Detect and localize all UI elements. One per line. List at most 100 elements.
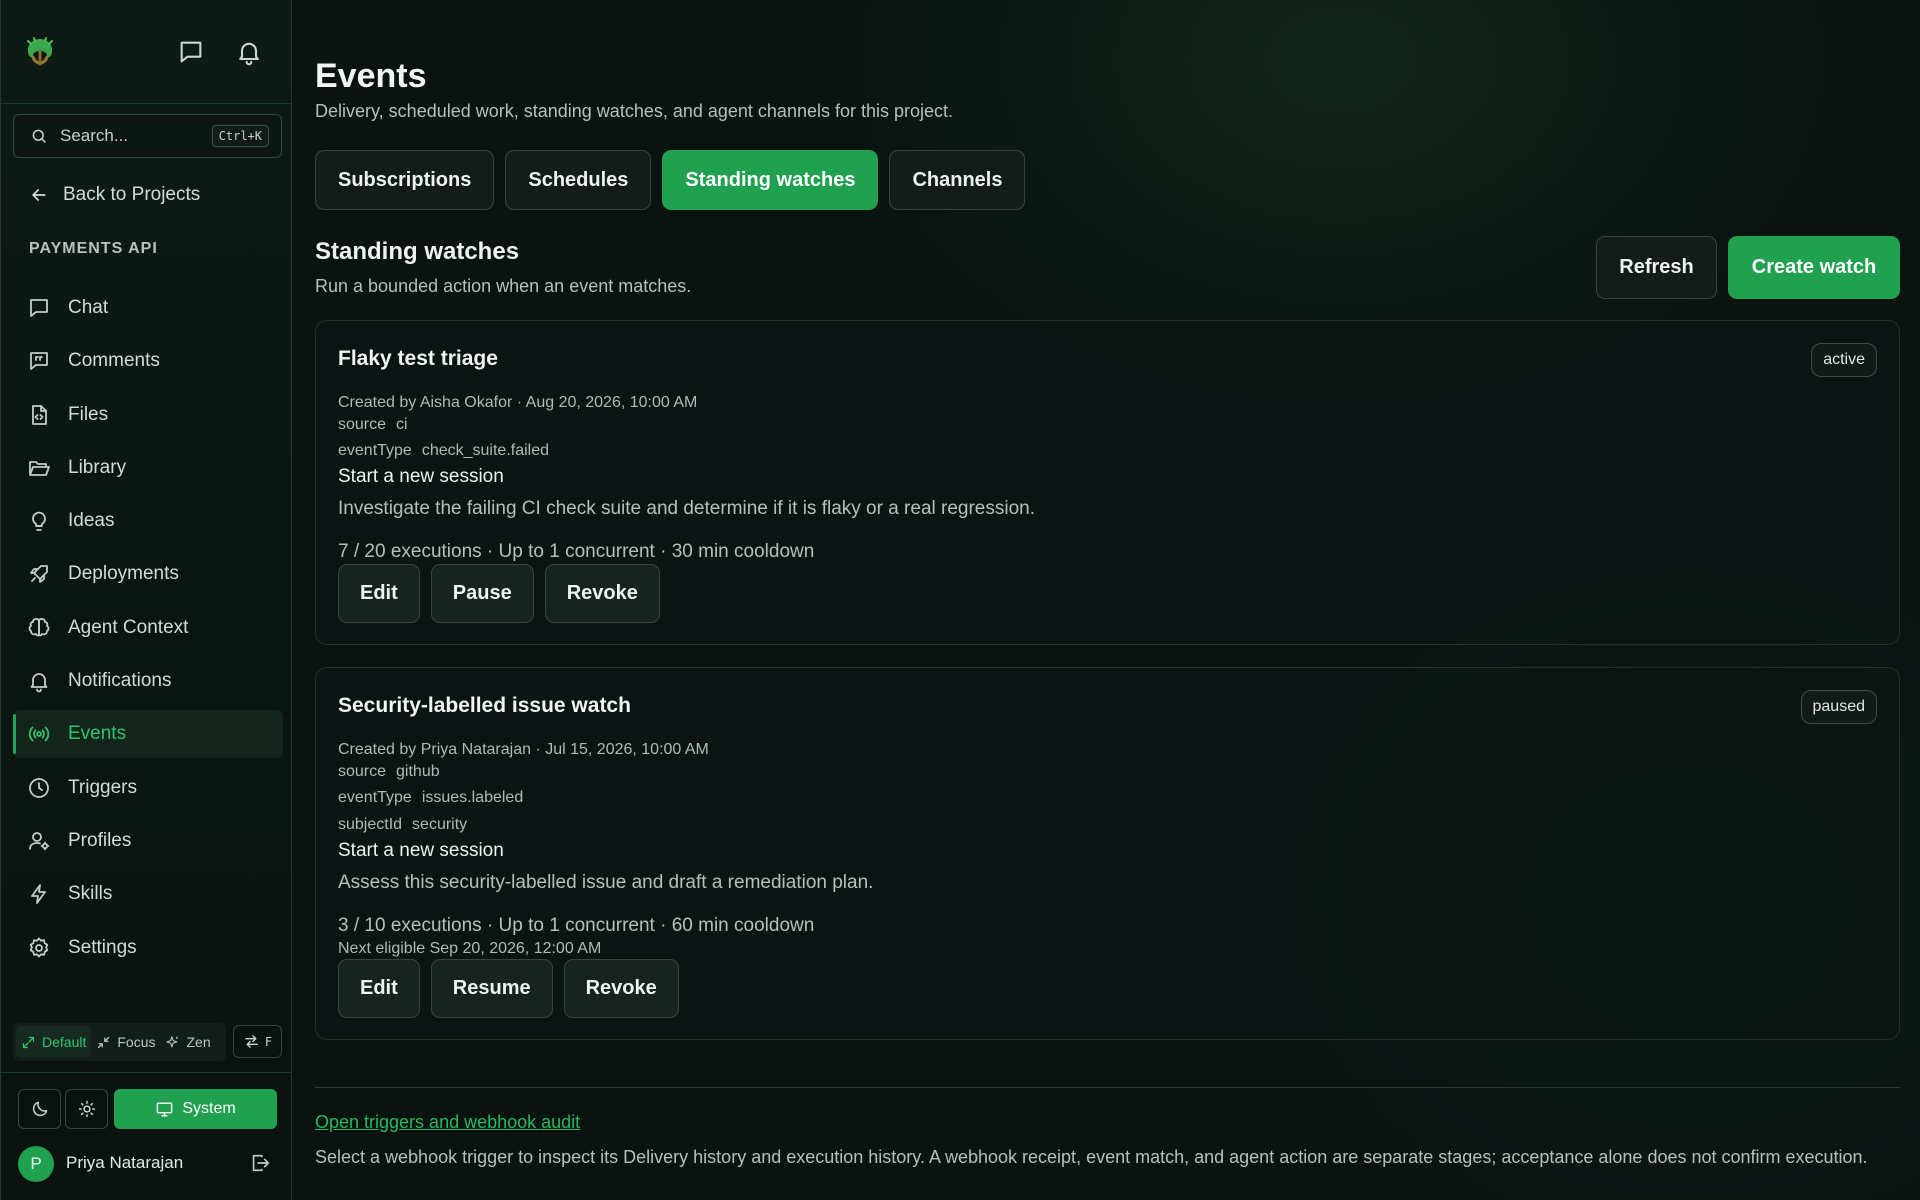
watch-filter: eventType check_suite.failed [338,442,549,460]
sidebar-item-triggers[interactable]: Triggers [13,764,283,812]
dark-theme-button[interactable] [18,1089,61,1129]
resume-button[interactable]: Resume [430,959,553,1018]
pause-button[interactable]: Pause [430,564,534,623]
monitor-icon [156,1101,173,1117]
sidebar-item-label: Skills [68,883,113,905]
system-theme-label: System [182,1100,236,1117]
sidebar-item-notifications[interactable]: Notifications [13,657,283,705]
filter-key: subjectId [338,816,403,833]
watch-created: Created by Aisha Okafor · Aug 20, 2026, … [338,394,698,411]
edit-button[interactable]: Edit [338,564,420,623]
collapse-icon [98,1036,110,1048]
watch-stats: 3 / 10 executions · Up to 1 concurrent ·… [338,915,815,936]
status-badge: paused [1800,690,1877,724]
page-title: Events [315,57,427,95]
sidebar-header [1,0,291,104]
bell-icon [30,673,48,693]
watch-actions: Edit Resume Revoke [338,959,690,1018]
filter-key: source [338,763,387,780]
revoke-button[interactable]: Revoke [563,959,679,1018]
tab-subscriptions[interactable]: Subscriptions [315,150,495,210]
watch-next-eligible: Next eligible Sep 20, 2026, 12:00 AM [338,940,602,957]
watch-title: Flaky test triage [338,347,498,370]
gear-icon [29,937,49,957]
revoke-button[interactable]: Revoke [544,564,660,623]
sidebar-item-comments[interactable]: Comments [13,337,283,385]
search-shortcut: Ctrl+K [211,125,269,147]
arrow-left-icon [32,189,46,201]
section-title: Standing watches [315,238,520,265]
filter-value: ci [396,416,408,433]
swap-panel-button[interactable]: F [233,1025,282,1058]
filter-value: check_suite.failed [421,442,550,459]
mode-default-button[interactable]: Default [16,1026,92,1058]
bell-icon[interactable] [235,38,263,66]
sidebar-item-label: Triggers [68,776,137,798]
sidebar-item-agent-context[interactable]: Agent Context [13,604,283,652]
tab-schedules[interactable]: Schedules [505,150,652,210]
sidebar-item-skills[interactable]: Skills [13,870,283,918]
sidebar-item-ideas[interactable]: Ideas [13,497,283,545]
triggers-audit-link[interactable]: Open triggers and webhook audit [315,1112,580,1133]
filter-key: eventType [338,442,412,459]
sidebar-item-library[interactable]: Library [13,444,283,492]
logout-icon[interactable] [249,1152,271,1174]
watch-title: Security-labelled issue watch [338,694,631,717]
sidebar-item-label: Events [68,723,127,745]
sidebar-item-label: Deployments [68,563,179,585]
sidebar-item-events[interactable]: Events [13,710,283,759]
search-input[interactable]: Search... Ctrl+K [13,114,282,158]
moon-icon [32,1101,47,1117]
watch-filter: source ci [338,416,408,434]
avatar[interactable]: P [18,1146,54,1182]
mode-focus-label: Focus [117,1034,156,1050]
project-name: PAYMENTS API [29,240,158,257]
sidebar-item-label: Library [68,456,127,478]
light-theme-button[interactable] [65,1089,108,1129]
mode-zen-button[interactable]: Zen [160,1026,215,1058]
folder-open-icon [29,460,50,476]
mode-focus-button[interactable]: Focus [91,1026,160,1058]
sidebar-item-label: Files [68,403,109,425]
sidebar-item-settings[interactable]: Settings [13,924,283,972]
search-icon [32,129,46,143]
sidebar-item-files[interactable]: Files [13,391,283,439]
file-code-icon [32,404,47,425]
rocket-icon [30,565,48,584]
tab-standing-watches[interactable]: Standing watches [662,150,879,210]
sidebar: Search... Ctrl+K Back to Projects PAYMEN… [0,0,292,1200]
filter-key: eventType [338,789,412,806]
user-name: Priya Natarajan [66,1153,184,1172]
watch-card: Flaky test triage active Created by Aish… [315,320,1900,645]
system-theme-button[interactable]: System [114,1089,277,1129]
create-watch-button[interactable]: Create watch [1728,236,1900,299]
watch-created: Created by Priya Natarajan · Jul 15, 202… [338,741,709,758]
edit-button[interactable]: Edit [338,959,420,1018]
app-root: Search... Ctrl+K Back to Projects PAYMEN… [0,0,1920,1200]
sidebar-item-chat[interactable]: Chat [13,284,283,332]
back-label: Back to Projects [63,184,201,205]
messages-icon[interactable] [177,38,205,66]
page-subtitle: Delivery, scheduled work, standing watch… [315,101,954,121]
expand-icon [22,1036,35,1048]
refresh-button[interactable]: Refresh [1596,236,1717,299]
sidebar-item-profiles[interactable]: Profiles [13,817,283,865]
watch-description: Investigate the failing CI check suite a… [338,498,1036,519]
tab-channels[interactable]: Channels [889,150,1026,210]
filter-value: github [396,763,440,780]
sidebar-nav: Chat Comments Files Library Ideas Deploy… [13,284,283,977]
watch-card: Security-labelled issue watch paused Cre… [315,667,1900,1040]
watch-action: Start a new session [338,840,504,861]
lightbulb-icon [32,511,46,532]
brain-icon [28,617,50,637]
sidebar-item-deployments[interactable]: Deployments [13,550,283,598]
watch-action: Start a new session [338,466,504,487]
watch-filter: eventType issues.labeled [338,789,523,807]
back-to-projects-link[interactable]: Back to Projects [29,184,200,206]
comments-icon [30,352,48,371]
mode-zen-label: Zen [186,1034,211,1050]
mode-default-label: Default [42,1034,87,1050]
broadcast-icon [28,726,50,742]
watch-description: Assess this security-labelled issue and … [338,872,874,893]
sidebar-item-label: Comments [68,350,160,372]
